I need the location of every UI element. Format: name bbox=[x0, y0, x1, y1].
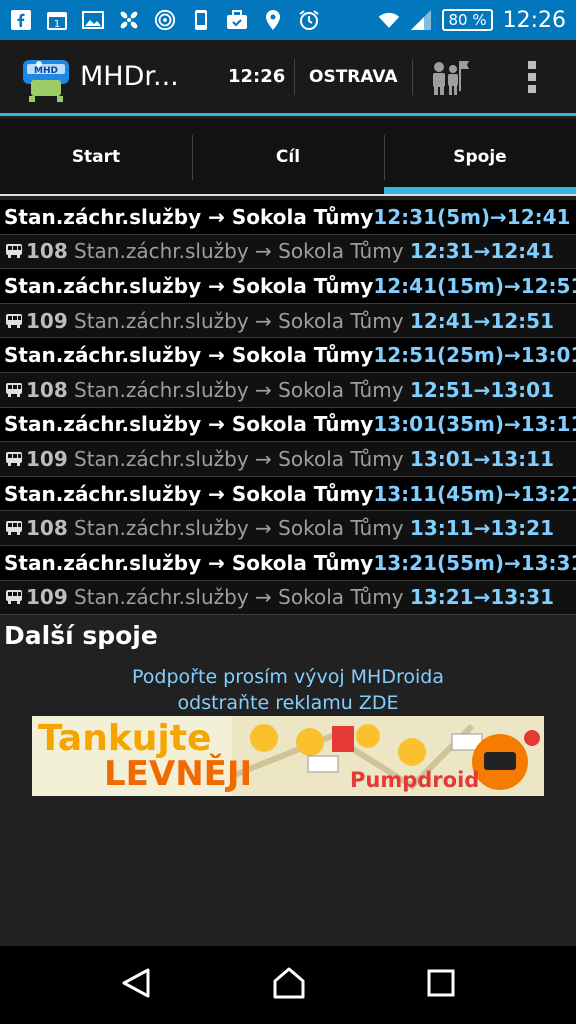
city-selector[interactable]: OSTRAVA bbox=[295, 67, 412, 87]
bus-icon bbox=[4, 241, 24, 261]
bus-icon bbox=[4, 449, 24, 469]
support-text-line2: odstraňte reklamu ZDE bbox=[177, 692, 399, 714]
status-bar: 1 80 % 12:26 bbox=[0, 0, 576, 40]
bus-icon bbox=[4, 311, 24, 331]
connection-leg-row[interactable]: 109 Stan.záchr.služby → Sokola Tůmy 12:41→… bbox=[0, 303, 576, 339]
leg-route: Stan.záchr.služby → Sokola Tůmy bbox=[74, 239, 404, 264]
tab-destination[interactable]: Cíl bbox=[192, 119, 384, 194]
support-link[interactable]: Podpořte prosím vývoj MHDroida odstraňte… bbox=[0, 664, 576, 716]
tab-connections[interactable]: Spoje bbox=[384, 119, 576, 194]
connection-route: Stan.záchr.služby → Sokola Tůmy bbox=[4, 273, 374, 298]
pinwheel-icon bbox=[118, 9, 140, 31]
leg-time: 12:51→13:01 bbox=[409, 377, 554, 402]
connection-summary-row[interactable]: Stan.záchr.služby → Sokola Tůmy 13:01(35m… bbox=[0, 407, 576, 443]
connection-leg-row[interactable]: 109 Stan.záchr.služby → Sokola Tůmy 13:01→… bbox=[0, 442, 576, 477]
image-icon bbox=[82, 9, 104, 31]
facebook-icon bbox=[10, 9, 32, 31]
line-number: 109 bbox=[26, 446, 68, 471]
connection-leg-row[interactable]: 108 Stan.záchr.služby → Sokola Tůmy 13:11→… bbox=[0, 511, 576, 546]
connection-time: 12:31(5m)→12:41 bbox=[373, 204, 571, 229]
location-icon bbox=[262, 9, 284, 31]
line-number: 108 bbox=[26, 516, 68, 541]
leg-time: 13:11→13:21 bbox=[409, 516, 554, 541]
support-text-line1: Podpořte prosím vývoj MHDroida bbox=[132, 666, 444, 688]
back-icon[interactable] bbox=[121, 967, 151, 1003]
connection-time: 13:11(45m)→13:21 bbox=[373, 481, 576, 506]
connection-list: Stan.záchr.služby → Sokola Tůmy 12:31(5m)… bbox=[0, 200, 576, 616]
connection-time: 12:41(15m)→12:51 bbox=[373, 273, 576, 298]
hotspot-icon bbox=[154, 9, 176, 31]
calendar-day: 1 bbox=[54, 19, 60, 30]
ad-banner[interactable]: Tankujte LEVNĚJI Pumpdroid bbox=[32, 716, 544, 796]
app-title: MHDr... bbox=[80, 61, 179, 92]
action-bar: MHD MHDr... 12:26 OSTRAVA bbox=[0, 40, 576, 116]
connection-route: Stan.záchr.služby → Sokola Tůmy bbox=[4, 204, 374, 229]
bus-icon bbox=[4, 587, 24, 607]
connection-summary-row[interactable]: Stan.záchr.služby → Sokola Tůmy 13:11(45m… bbox=[0, 476, 576, 512]
app-logo-icon[interactable]: MHD bbox=[18, 49, 74, 105]
signal-icon bbox=[410, 9, 432, 31]
leg-time: 12:31→12:41 bbox=[409, 239, 554, 264]
overflow-menu-icon[interactable] bbox=[502, 60, 562, 94]
connection-summary-row[interactable]: Stan.záchr.služby → Sokola Tůmy 12:41(15m… bbox=[0, 269, 576, 304]
alarm-icon bbox=[298, 9, 320, 31]
bus-icon bbox=[4, 518, 24, 538]
calendar-icon: 1 bbox=[46, 9, 68, 31]
leg-route: Stan.záchr.služby → Sokola Tůmy bbox=[74, 308, 404, 333]
tab-start[interactable]: Start bbox=[0, 119, 192, 194]
leg-time: 12:41→12:51 bbox=[409, 308, 554, 333]
leg-time: 13:21→13:31 bbox=[409, 585, 554, 610]
ad-headline-2: LEVNĚJI bbox=[104, 754, 253, 794]
briefcase-icon bbox=[226, 9, 248, 31]
home-icon[interactable] bbox=[272, 967, 306, 1003]
connection-summary-row[interactable]: Stan.záchr.služby → Sokola Tůmy 13:21(55m… bbox=[0, 545, 576, 581]
leg-route: Stan.záchr.služby → Sokola Tůmy bbox=[74, 516, 404, 541]
navigation-bar bbox=[0, 946, 576, 1024]
line-number: 109 bbox=[26, 585, 68, 610]
tab-bar: Start Cíl Spoje bbox=[0, 119, 576, 196]
connection-route: Stan.záchr.služby → Sokola Tůmy bbox=[4, 343, 374, 368]
ad-headline-1: Tankujte bbox=[38, 718, 212, 759]
leg-time: 13:01→13:11 bbox=[409, 446, 554, 471]
wifi-icon bbox=[378, 9, 400, 31]
battery-level: 80 % bbox=[442, 9, 493, 31]
bus-icon bbox=[4, 380, 24, 400]
connection-time: 13:01(35m)→13:11 bbox=[373, 412, 576, 437]
person-flag-icon[interactable] bbox=[413, 57, 485, 97]
svg-text:MHD: MHD bbox=[34, 66, 58, 76]
connection-summary-row[interactable]: Stan.záchr.služby → Sokola Tůmy 12:31(5m)… bbox=[0, 200, 576, 235]
leg-route: Stan.záchr.služby → Sokola Tůmy bbox=[74, 585, 404, 610]
ad-brand: Pumpdroid bbox=[350, 768, 480, 792]
line-number: 108 bbox=[26, 377, 68, 402]
more-connections-button[interactable]: Další spoje bbox=[4, 621, 158, 650]
phone-icon bbox=[190, 9, 212, 31]
connection-route: Stan.záchr.služby → Sokola Tůmy bbox=[4, 550, 374, 575]
connection-leg-row[interactable]: 109 Stan.záchr.služby → Sokola Tůmy 13:21→… bbox=[0, 580, 576, 616]
recent-apps-icon[interactable] bbox=[427, 969, 455, 1001]
line-number: 109 bbox=[26, 308, 68, 333]
line-number: 108 bbox=[26, 239, 68, 264]
action-bar-time[interactable]: 12:26 bbox=[228, 66, 294, 87]
status-time: 12:26 bbox=[502, 7, 566, 33]
leg-route: Stan.záchr.služby → Sokola Tůmy bbox=[74, 446, 404, 471]
connection-time: 13:21(55m)→13:31 bbox=[373, 550, 576, 575]
connection-route: Stan.záchr.služby → Sokola Tůmy bbox=[4, 481, 374, 506]
connection-leg-row[interactable]: 108 Stan.záchr.služby → Sokola Tůmy 12:51→… bbox=[0, 372, 576, 408]
connection-time: 12:51(25m)→13:01 bbox=[373, 343, 576, 368]
connection-summary-row[interactable]: Stan.záchr.služby → Sokola Tůmy 12:51(25m… bbox=[0, 338, 576, 373]
leg-route: Stan.záchr.služby → Sokola Tůmy bbox=[74, 377, 404, 402]
connection-leg-row[interactable]: 108 Stan.záchr.služby → Sokola Tůmy 12:31→… bbox=[0, 234, 576, 270]
connection-route: Stan.záchr.služby → Sokola Tůmy bbox=[4, 412, 374, 437]
